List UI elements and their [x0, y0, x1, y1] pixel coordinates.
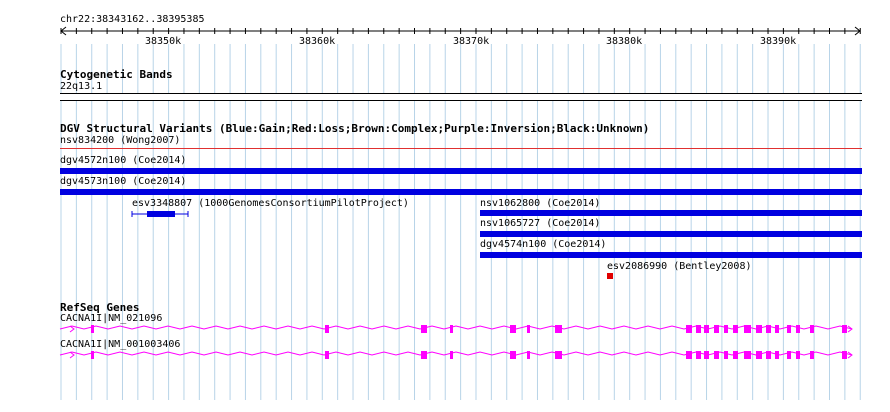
variant-label[interactable]: dgv4572n100 (Coe2014): [60, 155, 186, 167]
exon: [555, 351, 562, 359]
transcript-glyph[interactable]: [0, 322, 890, 336]
tick-label: 38390k: [760, 36, 797, 47]
variant-bar[interactable]: [60, 168, 862, 174]
tick-label: 38380k: [606, 36, 643, 47]
tick-label: 38360k: [299, 36, 336, 47]
exon: [704, 351, 709, 359]
exon: [527, 325, 530, 333]
exon: [527, 351, 530, 359]
exon: [724, 325, 728, 333]
exon: [756, 325, 762, 333]
exon: [766, 325, 771, 333]
variant-bar[interactable]: [480, 252, 862, 258]
exon: [724, 351, 728, 359]
exon: [510, 325, 516, 333]
variant-bar[interactable]: [607, 273, 613, 279]
exon: [696, 351, 701, 359]
cytoband-bar[interactable]: [60, 93, 862, 101]
exon: [810, 351, 814, 359]
variant-label[interactable]: dgv4573n100 (Coe2014): [60, 176, 186, 188]
exon: [842, 351, 847, 359]
exon: [733, 325, 738, 333]
cytoband-label: 22q13.1: [60, 81, 103, 92]
variant-label[interactable]: dgv4574n100 (Coe2014): [480, 239, 606, 251]
ruler: [60, 26, 861, 36]
exon: [686, 325, 692, 333]
exon: [714, 351, 719, 359]
exon: [91, 351, 94, 359]
exon: [744, 325, 751, 333]
exon: [756, 351, 762, 359]
genome-browser-panel: chr22:38343162..38395385 38350k 38360k 3…: [0, 0, 890, 412]
exon: [842, 325, 847, 333]
tick-label: 38370k: [453, 36, 490, 47]
dgv-track-title[interactable]: DGV Structural Variants (Blue:Gain;Red:L…: [60, 122, 649, 135]
exon: [787, 351, 791, 359]
exon: [775, 325, 779, 333]
exon: [325, 325, 329, 333]
strand-arrow: [69, 325, 75, 333]
exon: [696, 325, 701, 333]
exon: [91, 325, 94, 333]
variant-label[interactable]: esv2086990 (Bentley2008): [607, 261, 752, 273]
exon: [325, 351, 329, 359]
variant-label[interactable]: nsv834200 (Wong2007): [60, 135, 180, 147]
exon: [704, 325, 709, 333]
variant-label[interactable]: nsv1065727 (Coe2014): [480, 218, 600, 230]
exon: [714, 325, 719, 333]
tick-label: 38350k: [145, 36, 182, 47]
exon: [555, 325, 562, 333]
exon: [733, 351, 738, 359]
variant-bar[interactable]: [480, 231, 862, 237]
exon: [450, 325, 453, 333]
cytoband-track-title[interactable]: Cytogenetic Bands: [60, 68, 173, 81]
exon: [796, 351, 800, 359]
exon: [421, 325, 427, 333]
exon: [450, 351, 453, 359]
variant-glyph[interactable]: [128, 208, 192, 220]
variant-bar[interactable]: [60, 189, 862, 195]
exon: [510, 351, 516, 359]
exon: [810, 325, 814, 333]
exon: [686, 351, 692, 359]
strand-arrow: [69, 351, 75, 359]
transcript-glyph[interactable]: [0, 348, 890, 362]
exon: [796, 325, 800, 333]
exon: [787, 325, 791, 333]
exon: [421, 351, 427, 359]
variant-label[interactable]: nsv1062800 (Coe2014): [480, 198, 600, 210]
variant-bar[interactable]: [60, 148, 862, 149]
variant-bar[interactable]: [480, 210, 862, 216]
exon: [744, 351, 751, 359]
exon: [775, 351, 779, 359]
exon: [766, 351, 771, 359]
